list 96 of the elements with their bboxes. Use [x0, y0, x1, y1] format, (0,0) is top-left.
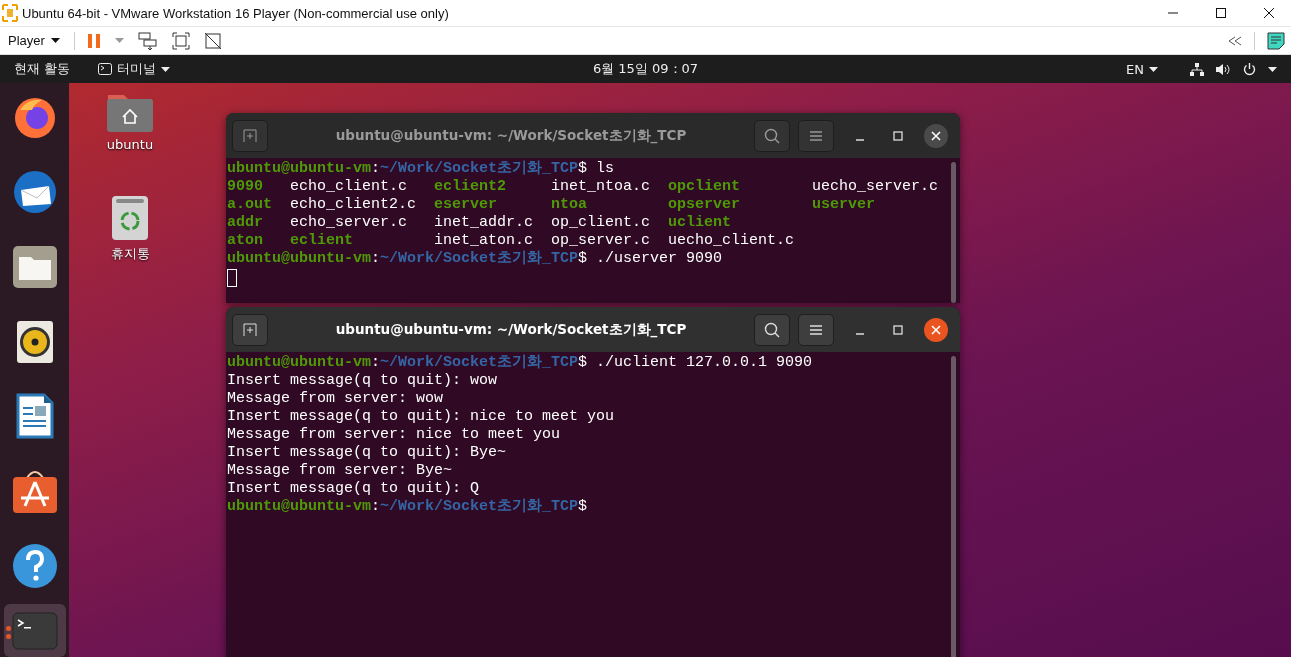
- file-name: uecho_client.c: [668, 232, 794, 250]
- file-name: eclient2: [434, 178, 507, 196]
- new-tab-icon: [243, 128, 257, 143]
- file-name: 9090: [227, 178, 264, 196]
- file-name: opserver: [668, 196, 741, 214]
- scrollbar[interactable]: [951, 356, 956, 657]
- menu-icon: [809, 129, 823, 142]
- new-tab-button[interactable]: [232, 313, 268, 346]
- close-icon: [931, 324, 941, 335]
- prompt-line: ubuntu@ubuntu-vm:~/Work/Socket초기화_TCP$: [227, 498, 589, 516]
- clock[interactable]: 6월 15일 09：07: [586, 60, 705, 78]
- file-name: inet_addr.c: [434, 214, 535, 232]
- crossed-window-icon: [203, 31, 222, 50]
- file-name: echo_client.c: [290, 178, 409, 196]
- search-button[interactable]: [754, 119, 790, 152]
- text-cursor: [227, 269, 237, 287]
- file-name: uecho_server.c: [812, 178, 938, 196]
- caret-icon: [1268, 66, 1277, 72]
- app-logo-icon: [2, 4, 18, 22]
- output-line: Message from server: nice to meet you: [227, 426, 562, 444]
- menu-button[interactable]: [798, 313, 834, 346]
- caret-icon: [161, 66, 171, 72]
- menu-button[interactable]: [798, 119, 834, 152]
- power-icon: [1243, 62, 1256, 76]
- running-indicator: [5, 626, 11, 640]
- trash-bin-icon: [111, 195, 149, 241]
- dropdown-button[interactable]: [112, 36, 126, 45]
- close-button[interactable]: [924, 123, 948, 148]
- file-name: a.out: [227, 196, 273, 214]
- caret-icon: [1149, 66, 1158, 72]
- scrollbar[interactable]: [951, 162, 956, 303]
- volume-icon: [1216, 62, 1231, 76]
- activities-button[interactable]: 현재 활동: [8, 60, 77, 78]
- notes-button[interactable]: [1265, 29, 1287, 52]
- file-name: uclient: [668, 214, 731, 232]
- file-name: op_client.c: [551, 214, 652, 232]
- network-icon: [1190, 62, 1204, 76]
- file-name: echo_server.c: [290, 214, 409, 232]
- new-tab-button[interactable]: [232, 119, 268, 152]
- terminal-icon: [11, 611, 58, 650]
- send-keys-button[interactable]: [135, 29, 160, 52]
- window-title: ubuntu@ubuntu-vm: ~/Work/Socket초기화_TCP: [334, 126, 688, 145]
- file-name: ntoa: [551, 196, 588, 214]
- window-title: Ubuntu 64-bit - VMware Workstation 16 Player (Non-commercial use only): [22, 5, 450, 21]
- speaker-icon: [15, 319, 54, 364]
- pause-icon: [86, 32, 101, 49]
- output-line: Message from server: wow: [227, 390, 445, 408]
- help-icon: [11, 542, 58, 589]
- file-name: opclient: [668, 178, 741, 196]
- window-title: ubuntu@ubuntu-vm: ~/Work/Socket초기화_TCP: [334, 320, 688, 339]
- shopping-bag-icon: [11, 468, 58, 515]
- new-tab-icon: [243, 322, 257, 337]
- close-icon: [931, 130, 941, 141]
- maximize-icon: [893, 130, 903, 141]
- file-name: op_server.c: [551, 232, 652, 250]
- terminal-icon: [98, 63, 113, 75]
- caret-icon: [114, 38, 124, 43]
- output-line: Insert message(q to quit): wow: [227, 372, 499, 390]
- minimize-icon: [856, 138, 864, 141]
- output-line: Insert message(q to quit): Q: [227, 480, 481, 498]
- document-icon: [15, 393, 54, 440]
- folder-icon: [11, 244, 58, 289]
- app-menu[interactable]: 터미널: [92, 60, 177, 78]
- maximize-icon: [1215, 7, 1227, 19]
- fullscreen-button[interactable]: [169, 29, 192, 52]
- file-name: eclient: [290, 232, 354, 250]
- prompt-line: ubuntu@ubuntu-vm:~/Work/Socket초기화_TCP$ ls: [227, 160, 616, 178]
- output-line: Insert message(q to quit): Bye~: [227, 444, 508, 462]
- file-name: addr: [227, 214, 264, 232]
- search-button[interactable]: [754, 313, 790, 346]
- icon-label: 휴지통: [110, 245, 150, 263]
- file-name: inet_aton.c: [434, 232, 535, 250]
- search-icon: [764, 321, 780, 338]
- file-name: inet_ntoa.c: [551, 178, 652, 196]
- file-name: echo_client2.c: [290, 196, 418, 214]
- output-line: Insert message(q to quit): nice to meet you: [227, 408, 616, 426]
- menu-icon: [809, 323, 823, 336]
- fullscreen-icon: [171, 31, 190, 50]
- prompt-line: ubuntu@ubuntu-vm:~/Work/Socket초기화_TCP$ ./uclient 127.0.0.1 9090: [227, 354, 814, 372]
- minimize-icon: [856, 332, 864, 335]
- search-icon: [764, 127, 780, 144]
- close-icon: [1263, 7, 1275, 19]
- double-chevron-icon: [1228, 35, 1242, 46]
- prompt-line: ubuntu@ubuntu-vm:~/Work/Socket초기화_TCP$ ./userver 9090: [227, 250, 724, 268]
- maximize-icon: [893, 324, 903, 335]
- close-button[interactable]: [924, 317, 948, 342]
- output-line: Message from server: Bye~: [227, 462, 454, 480]
- file-name: eserver: [434, 196, 498, 214]
- input-source-menu[interactable]: EN: [1120, 61, 1164, 77]
- file-name: userver: [812, 196, 875, 214]
- icon-label: ubuntu: [106, 137, 154, 152]
- note-icon: [1267, 31, 1285, 50]
- file-name: aton: [227, 232, 264, 250]
- player-menu[interactable]: Player: [4, 33, 64, 48]
- caret-icon: [50, 38, 60, 43]
- devices-icon: [137, 31, 158, 50]
